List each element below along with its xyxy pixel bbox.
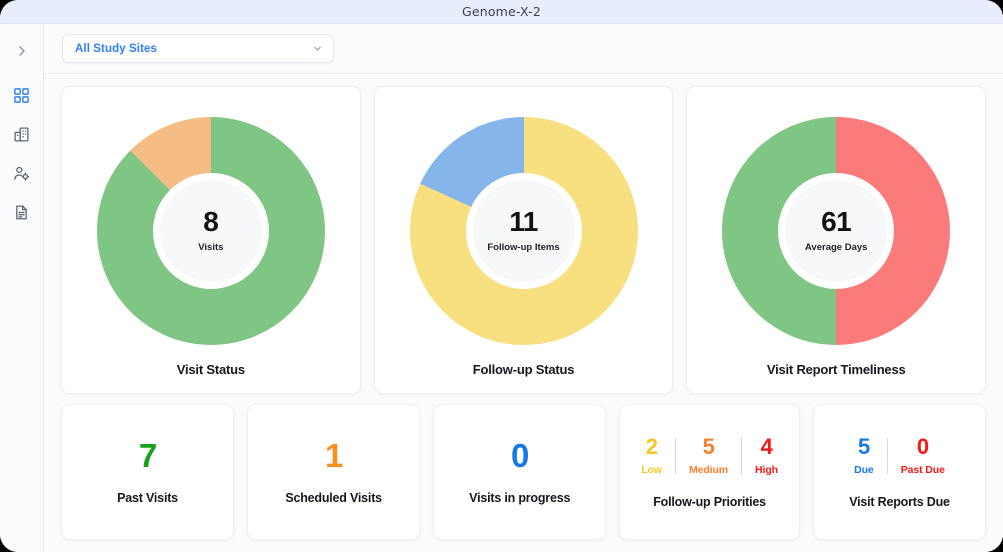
donut-center-label: Follow-up Items: [487, 241, 560, 253]
reports-due-label: Due: [854, 463, 874, 476]
donut-chart-row: 8 Visits Visit Status 11 Follow-up Items…: [61, 86, 987, 394]
sidebar-item-reports[interactable]: [7, 197, 37, 227]
donut-center-value: 61: [821, 205, 852, 237]
visit-report-timeliness-chart-wrap: 61 Average Days: [687, 99, 985, 362]
toolbar: All Study Sites: [44, 24, 1003, 74]
donut-center: 61 Average Days: [778, 172, 895, 289]
followup-status-chart-wrap: 11 Follow-up Items: [375, 99, 673, 362]
stat-label: Scheduled Visits: [285, 491, 382, 505]
sidebar-item-collapse-toggle[interactable]: [7, 36, 37, 66]
study-site-filter-value: All Study Sites: [75, 42, 158, 55]
reports-due-breakdown: 5 Due 0 Past Due: [841, 433, 958, 476]
priority-high: 4 High: [742, 433, 791, 476]
donut-center: 11 Follow-up Items: [465, 172, 582, 289]
chevron-right-icon: [16, 45, 28, 57]
priority-breakdown: 2 Low 5 Medium 4 High: [628, 433, 791, 476]
card-title: Follow-up Status: [472, 362, 575, 377]
visit-status-chart-wrap: 8 Visits: [62, 99, 360, 362]
app-window: Genome-X-2 All Study Sites 8 Visits Visi…: [0, 0, 1003, 552]
app-body: All Study Sites 8 Visits Visit Status 11…: [0, 24, 1003, 552]
reports-past-due-label: Past Due: [900, 463, 945, 476]
reports-past-due-value: 0: [916, 433, 929, 459]
user-settings-icon: [13, 165, 30, 182]
dashboard-content: 8 Visits Visit Status 11 Follow-up Items…: [44, 74, 1003, 552]
study-site-filter-select[interactable]: All Study Sites: [62, 34, 334, 63]
stat-label: Visits in progress: [469, 491, 571, 505]
window-title: Genome-X-2: [461, 4, 542, 19]
card-title: Visit Status: [176, 362, 245, 377]
priority-low: 2 Low: [628, 433, 675, 476]
reports-past-due: 0 Past Due: [888, 433, 958, 476]
card-title: Follow-up Priorities: [653, 494, 766, 509]
stat-label: Past Visits: [117, 491, 178, 505]
stat-value: 7: [138, 437, 157, 474]
priority-high-value: 4: [760, 433, 773, 459]
reports-due: 5 Due: [841, 433, 887, 476]
sidebar-item-sites[interactable]: [7, 119, 37, 149]
priority-medium-label: Medium: [688, 463, 729, 476]
card-title: Visit Report Timeliness: [766, 362, 906, 377]
donut-center-value: 11: [509, 205, 538, 237]
priority-medium-value: 5: [702, 433, 715, 459]
sidebar-item-users[interactable]: [7, 158, 37, 188]
main-area: All Study Sites 8 Visits Visit Status 11…: [44, 24, 1003, 552]
visits-in-progress-card: 0 Visits in progress: [433, 404, 607, 540]
priority-high-label: High: [755, 463, 778, 476]
stat-value: 1: [324, 437, 343, 474]
donut-center-label: Visits: [198, 241, 224, 253]
sidebar-item-dashboard[interactable]: [7, 80, 37, 110]
followup-priorities-card: 2 Low 5 Medium 4 High Follow-up Prioriti…: [619, 404, 800, 540]
visit-status-donut-chart: 8 Visits: [96, 116, 325, 345]
priority-low-label: Low: [641, 463, 662, 476]
visit-status-card: 8 Visits Visit Status: [61, 86, 361, 394]
dashboard-grid-icon: [13, 87, 30, 104]
priority-low-value: 2: [645, 433, 658, 459]
window-titlebar: Genome-X-2: [0, 0, 1003, 24]
visit-report-timeliness-card: 61 Average Days Visit Report Timeliness: [686, 86, 987, 394]
visit-reports-due-card: 5 Due 0 Past Due Visit Reports Due: [812, 404, 987, 540]
building-icon: [13, 126, 30, 143]
past-visits-card: 7 Past Visits: [61, 404, 235, 540]
sidebar: [0, 24, 44, 552]
donut-center-label: Average Days: [804, 241, 868, 253]
document-icon: [13, 204, 30, 221]
card-title: Visit Reports Due: [849, 494, 950, 509]
followup-status-card: 11 Follow-up Items Follow-up Status: [373, 86, 674, 394]
donut-center: 8 Visits: [152, 172, 269, 289]
priority-medium: 5 Medium: [676, 433, 741, 476]
visit-report-timeliness-donut-chart: 61 Average Days: [722, 116, 951, 345]
scheduled-visits-card: 1 Scheduled Visits: [247, 404, 421, 540]
reports-due-value: 5: [858, 433, 870, 459]
chevron-down-icon: [312, 43, 323, 54]
donut-center-value: 8: [203, 205, 219, 237]
followup-status-donut-chart: 11 Follow-up Items: [409, 116, 638, 345]
stat-value: 0: [511, 437, 529, 474]
stat-card-row: 7 Past Visits 1 Scheduled Visits 0 Visit…: [61, 404, 987, 540]
